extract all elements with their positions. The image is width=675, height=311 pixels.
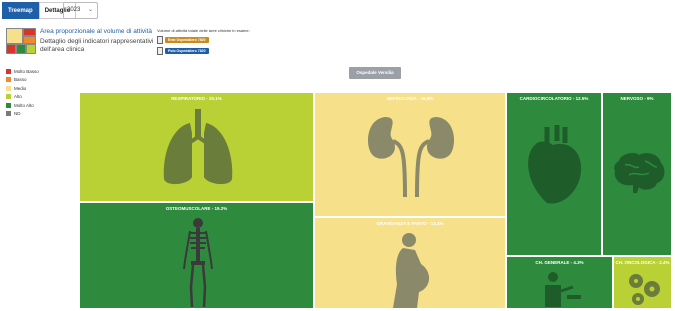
- legend-swatch: [6, 68, 11, 74]
- pregnancy-icon: [393, 233, 430, 308]
- cell-ch-oncologica[interactable]: CH. ONCOLOGICA - 2.4%: [613, 256, 672, 309]
- cell-label: CARDIOCIRCOLATORIO - 12.5%: [519, 96, 589, 101]
- year-select[interactable]: 2023 ⌄: [63, 2, 98, 19]
- cells-icon: [629, 274, 660, 305]
- cell-label: OSTEOMUSCOLARE - 19.2%: [165, 206, 228, 211]
- chevron-down-icon: ⌄: [87, 7, 93, 13]
- cell-osteomuscolare[interactable]: OSTEOMUSCOLARE - 19.2%: [79, 202, 314, 309]
- legend-label: Molto Alto: [14, 102, 34, 108]
- cell-label: CH. GENERALE - 4.3%: [535, 260, 584, 265]
- kidneys-icon: [367, 117, 455, 197]
- cell-label: GRAVIDANZA E PARTO - 13.4%: [376, 221, 444, 226]
- cell-label: CH. ONCOLOGICA - 2.4%: [615, 260, 670, 265]
- legend-item: Molto Basso: [6, 67, 39, 76]
- legend-item: Molto Alto: [6, 101, 39, 110]
- legend-item: ND: [6, 110, 39, 119]
- hospital-button[interactable]: Ospedale Versilia: [349, 67, 401, 79]
- legend-label: Molto Basso: [14, 68, 39, 74]
- volume-entity-2: Polo Ospedaliero 7820: [157, 47, 209, 55]
- legend-label: Medio: [14, 85, 27, 91]
- cell-label: RESPIRATORIO - 20.1%: [171, 96, 222, 101]
- legend-label: Basso: [14, 77, 27, 83]
- lungs-icon: [163, 109, 233, 185]
- legend-label: ND: [14, 111, 21, 117]
- legend-swatch: [6, 85, 11, 91]
- legend-swatch: [6, 111, 11, 117]
- legend-swatch: [6, 94, 11, 100]
- legend-label: Alto: [14, 94, 22, 100]
- legend-swatch: [6, 102, 11, 108]
- building-icon: [157, 36, 163, 44]
- treemap-legend-icon: [6, 28, 36, 54]
- detail-indicators-text: Dettaglio degli indicatori rappresentati…: [40, 38, 154, 53]
- area-proportional-text: Area proporzionale al volume di attività: [40, 28, 153, 35]
- risk-legend: Molto Basso Basso Medio Alto Molto Alto …: [6, 67, 39, 118]
- cell-respiratorio[interactable]: RESPIRATORIO - 20.1%: [79, 92, 314, 202]
- cell-nefrologia[interactable]: NEFROLOGIA - 16.8%: [314, 92, 506, 217]
- cell-label: NERVOSO - 9%: [620, 96, 654, 101]
- treemap: RESPIRATORIO - 20.1% OSTEOMUSCOLARE - 19…: [79, 92, 672, 309]
- cell-ch-generale[interactable]: CH. GENERALE - 4.3%: [506, 256, 613, 309]
- tab-treemap[interactable]: Treemap: [2, 2, 39, 19]
- cell-nervoso[interactable]: NERVOSO - 9%: [602, 92, 672, 256]
- volume-title: Volume di attività totale delle aree cli…: [157, 28, 250, 33]
- surgeon-icon: [545, 272, 581, 307]
- cell-cardiocircolatorio[interactable]: CARDIOCIRCOLATORIO - 12.5%: [506, 92, 602, 256]
- cell-gravidanza[interactable]: GRAVIDANZA E PARTO - 13.4%: [314, 217, 506, 309]
- legend-item: Alto: [6, 93, 39, 102]
- heart-icon: [528, 125, 582, 204]
- cell-label: NEFROLOGIA - 16.8%: [386, 96, 434, 101]
- entity-1-badge: Ente Ospedaliero 7820: [165, 37, 209, 43]
- building-icon: [157, 47, 163, 55]
- year-value: 2023: [67, 7, 81, 13]
- legend-item: Medio: [6, 84, 39, 93]
- legend-item: Basso: [6, 76, 39, 85]
- legend-swatch: [6, 77, 11, 83]
- volume-entity-1: Ente Ospedaliero 7820: [157, 36, 209, 44]
- entity-2-badge: Polo Ospedaliero 7820: [165, 48, 209, 54]
- skeleton-icon: [183, 218, 213, 308]
- brain-icon: [614, 153, 665, 193]
